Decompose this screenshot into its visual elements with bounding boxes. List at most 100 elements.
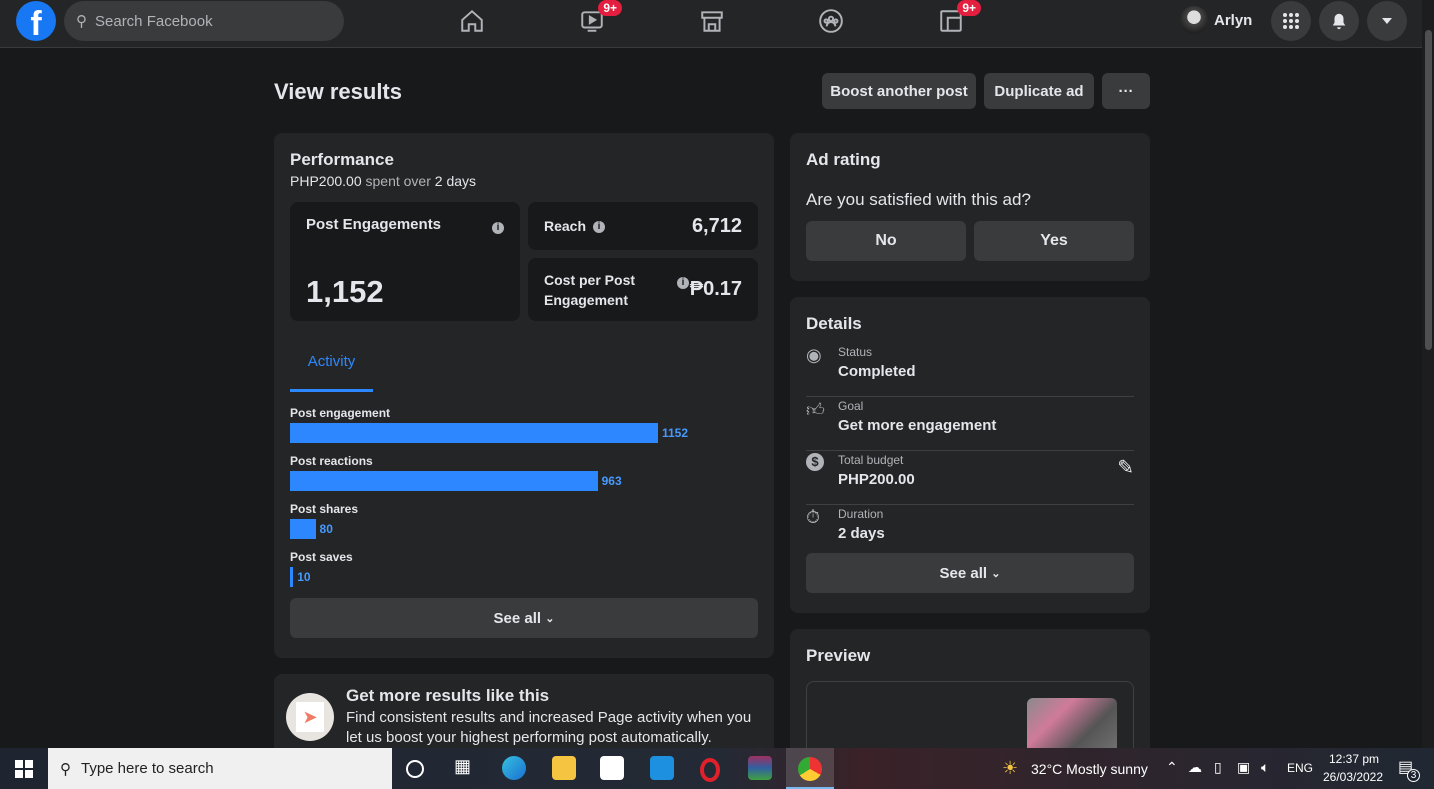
bar-value: 1152 <box>662 426 689 440</box>
windows-start-icon[interactable] <box>15 760 33 778</box>
bar-value: 10 <box>297 570 311 584</box>
file-explorer-icon[interactable] <box>552 756 576 780</box>
page-title: View results <box>274 79 402 104</box>
cpe-label: Cost per Post Engagement <box>544 272 636 308</box>
top-navigation-bar: f ⚲ Search Facebook 9+ 9+ Arlyn <box>0 0 1422 48</box>
detail-value: Get more engagement <box>838 417 997 434</box>
spent-summary: PHP200.00 spent over 2 days <box>290 173 476 189</box>
watch-icon[interactable]: 9+ <box>576 0 622 36</box>
bar <box>290 423 658 443</box>
taskbar-search-input[interactable]: ⚲ Type here to search <box>48 748 392 789</box>
edge-icon[interactable] <box>502 756 526 780</box>
notifications-bell-icon[interactable] <box>1319 1 1359 41</box>
rating-yes-button[interactable]: Yes <box>974 221 1134 261</box>
rating-no-button[interactable]: No <box>806 221 966 261</box>
onedrive-cloud-icon[interactable]: ☁ <box>1188 759 1202 776</box>
groups-icon[interactable] <box>815 6 847 36</box>
cortana-icon[interactable] <box>406 760 424 778</box>
performance-card: Performance PHP200.00 spent over 2 days … <box>274 133 774 658</box>
home-icon[interactable] <box>456 6 488 36</box>
meet-now-icon[interactable]: ▯ <box>1214 759 1222 776</box>
promo-body: Find consistent results and increased Pa… <box>346 709 752 746</box>
post-engagements-label: Post Engagements <box>306 216 442 233</box>
avatar <box>1180 6 1208 34</box>
bar-value: 963 <box>601 474 622 488</box>
detail-label: Goal <box>838 399 864 413</box>
info-icon[interactable]: i <box>492 222 504 234</box>
details-title: Details <box>806 314 862 333</box>
volume-muted-icon[interactable]: 🔈︎ <box>1261 759 1269 776</box>
detail-row-duration: ⏱︎ Duration 2 days <box>806 505 1134 559</box>
watch-badge: 9+ <box>598 0 622 16</box>
search-icon: ⚲ <box>76 13 87 30</box>
detail-value: Completed <box>838 363 916 380</box>
detail-row-budget: $ Total budget PHP200.00 ✎ <box>806 451 1134 505</box>
notification-count: 3 <box>1407 769 1420 782</box>
post-engagements-value: 1,152 <box>306 274 384 309</box>
reach-label: Reach <box>544 218 587 234</box>
spent-amount: PHP200.00 <box>290 173 362 189</box>
stopwatch-icon: ⏱︎ <box>806 507 821 527</box>
chrome-taskbar-button[interactable] <box>786 748 834 789</box>
post-engagements-stat: Post Engagements i 1,152 <box>290 202 520 321</box>
details-see-all-button[interactable]: See all ⌄ <box>806 553 1134 593</box>
dollar-icon: $ <box>806 453 824 471</box>
bar-label: Post reactions <box>290 454 373 468</box>
status-radio-icon: ◉ <box>806 345 822 365</box>
search-icon: ⚲ <box>60 760 71 778</box>
mail-icon[interactable] <box>650 756 674 780</box>
scrollbar-thumb[interactable] <box>1425 30 1432 350</box>
chrome-icon <box>798 757 822 781</box>
info-icon[interactable]: i <box>677 277 689 289</box>
network-icon[interactable]: ▣ <box>1237 759 1250 776</box>
more-options-button[interactable]: ··· <box>1102 73 1150 109</box>
see-all-label: See all <box>939 564 988 582</box>
bar-label: Post saves <box>290 550 353 564</box>
winrar-icon[interactable] <box>748 756 772 780</box>
page-scrollbar[interactable] <box>1422 0 1434 748</box>
bar <box>290 567 294 587</box>
see-all-label: See all <box>493 609 542 627</box>
facebook-logo[interactable]: f <box>16 1 56 41</box>
bar-label: Post engagement <box>290 406 391 420</box>
bar <box>290 519 316 539</box>
performance-see-all-button[interactable]: See all ⌄ <box>290 598 758 638</box>
chevron-down-icon: ⌄ <box>991 567 1001 580</box>
boost-another-post-button[interactable]: Boost another post <box>822 73 976 109</box>
account-dropdown-icon[interactable] <box>1367 1 1407 41</box>
ad-rating-title: Ad rating <box>806 150 881 169</box>
chevron-up-icon[interactable]: ⌃ <box>1166 759 1178 776</box>
taskbar-search-placeholder: Type here to search <box>81 760 214 777</box>
detail-label: Status <box>838 345 873 359</box>
search-placeholder: Search Facebook <box>95 12 213 30</box>
active-tab-indicator <box>290 389 373 392</box>
gaming-icon[interactable]: 9+ <box>935 0 981 36</box>
task-view-icon[interactable]: ▦ <box>454 756 478 780</box>
details-card: Details ◉ Status Completed 👍︎ Goal Get more … <box>790 297 1150 613</box>
opera-icon[interactable] <box>700 758 720 782</box>
gaming-badge: 9+ <box>957 0 981 16</box>
store-icon[interactable] <box>600 756 624 780</box>
detail-value: PHP200.00 <box>838 471 915 488</box>
detail-row-goal: 👍︎ Goal Get more engagement <box>806 397 1134 451</box>
spent-text: spent over <box>361 173 435 189</box>
ad-rating-question: Are you satisfied with this ad? <box>806 190 1031 209</box>
search-input[interactable]: ⚲ Search Facebook <box>64 1 344 41</box>
edit-pencil-icon[interactable]: ✎ <box>1117 455 1134 480</box>
language-indicator[interactable]: ENG <box>1287 761 1313 775</box>
detail-label: Total budget <box>838 453 904 467</box>
chevron-down-icon: ⌄ <box>545 612 555 625</box>
profile-link[interactable]: Arlyn <box>1180 6 1252 34</box>
info-icon[interactable]: i <box>593 221 605 233</box>
preview-title: Preview <box>806 646 871 665</box>
bar-label: Post shares <box>290 502 359 516</box>
cost-per-engagement-stat: Cost per Post Engagement i ₱0.17 <box>528 258 758 321</box>
bar-value: 80 <box>319 522 333 536</box>
weather-text[interactable]: 32°C Mostly sunny <box>1031 761 1148 777</box>
clock-date[interactable]: 26/03/2022 <box>1320 770 1386 784</box>
clock-time[interactable]: 12:37 pm <box>1324 752 1384 766</box>
tab-activity[interactable]: Activity <box>290 353 373 370</box>
duplicate-ad-button[interactable]: Duplicate ad <box>984 73 1094 109</box>
menu-grid-icon[interactable] <box>1271 1 1311 41</box>
marketplace-icon[interactable] <box>696 6 728 36</box>
